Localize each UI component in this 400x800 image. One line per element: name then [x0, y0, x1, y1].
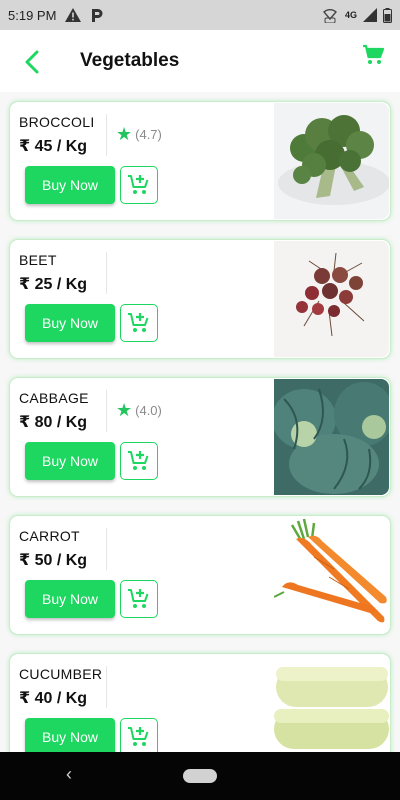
- product-list[interactable]: BROCCOLI ₹ 45 / Kg ★ (4.7) Buy Now BEET …: [0, 92, 400, 752]
- product-name: BROCCOLI: [19, 114, 95, 130]
- back-button[interactable]: [18, 48, 46, 76]
- rating-value: (4.7): [135, 126, 162, 142]
- product-card-cabbage[interactable]: CABBAGE ₹ 80 / Kg ★ (4.0) Buy Now: [9, 377, 391, 497]
- buy-now-button[interactable]: Buy Now: [25, 166, 115, 204]
- page-title: Vegetables: [80, 50, 180, 71]
- divider: [106, 114, 107, 156]
- product-rating: ★ (4.7): [116, 125, 162, 143]
- divider: [106, 528, 107, 570]
- product-rating: ★ (4.0): [116, 401, 162, 419]
- add-cart-icon: [128, 313, 149, 332]
- product-card-beet[interactable]: BEET ₹ 25 / Kg Buy Now: [9, 239, 391, 359]
- divider: [106, 390, 107, 432]
- product-name: CARROT: [19, 528, 80, 544]
- product-price: ₹ 80 / Kg: [19, 414, 88, 431]
- cucumber-image: [274, 655, 389, 752]
- product-card-cucumber[interactable]: CUCUMBER ₹ 40 / Kg Buy Now: [9, 653, 391, 752]
- product-price: ₹ 40 / Kg: [19, 690, 88, 707]
- buy-now-button[interactable]: Buy Now: [25, 580, 115, 618]
- system-nav-bar: ‹: [0, 752, 400, 800]
- warning-icon: [65, 8, 82, 22]
- broccoli-image: [274, 103, 389, 219]
- cart-button[interactable]: [362, 44, 386, 68]
- add-cart-icon: [128, 175, 149, 194]
- product-price: ₹ 45 / Kg: [19, 138, 88, 155]
- parking-icon: [90, 8, 104, 23]
- app-bar: Vegetables: [0, 30, 400, 92]
- beet-image: [274, 241, 389, 357]
- cabbage-image: [274, 379, 389, 495]
- status-time: 5:19 PM: [8, 7, 57, 23]
- carrot-image: [274, 517, 389, 633]
- add-cart-icon: [128, 451, 149, 470]
- signal-icon: [363, 8, 377, 22]
- product-card-broccoli[interactable]: BROCCOLI ₹ 45 / Kg ★ (4.7) Buy Now: [9, 101, 391, 221]
- add-to-cart-button[interactable]: [120, 304, 158, 342]
- network-label: 4G: [344, 10, 357, 20]
- cart-icon: [363, 44, 385, 64]
- add-to-cart-button[interactable]: [120, 580, 158, 618]
- rating-value: (4.0): [135, 402, 162, 418]
- buy-now-button[interactable]: Buy Now: [25, 718, 115, 752]
- product-name: BEET: [19, 252, 57, 268]
- buy-now-button[interactable]: Buy Now: [25, 442, 115, 480]
- wifi-lte-icon: [321, 7, 339, 23]
- product-card-carrot[interactable]: CARROT ₹ 50 / Kg Buy Now: [9, 515, 391, 635]
- product-price: ₹ 50 / Kg: [19, 552, 88, 569]
- star-icon: ★: [116, 400, 133, 420]
- buy-now-button[interactable]: Buy Now: [25, 304, 115, 342]
- chevron-left-icon: [25, 50, 39, 74]
- add-to-cart-button[interactable]: [120, 718, 158, 752]
- status-bar: 5:19 PM 4G: [0, 0, 400, 30]
- star-icon: ★: [116, 124, 133, 144]
- product-name: CABBAGE: [19, 390, 89, 406]
- system-back-button[interactable]: ‹: [66, 764, 72, 785]
- divider: [106, 252, 107, 294]
- product-name: CUCUMBER: [19, 666, 103, 682]
- add-to-cart-button[interactable]: [120, 166, 158, 204]
- add-cart-icon: [128, 589, 149, 608]
- system-home-button[interactable]: [183, 769, 217, 783]
- add-cart-icon: [128, 727, 149, 746]
- divider: [106, 666, 107, 708]
- product-price: ₹ 25 / Kg: [19, 276, 88, 293]
- add-to-cart-button[interactable]: [120, 442, 158, 480]
- battery-icon: [383, 7, 392, 23]
